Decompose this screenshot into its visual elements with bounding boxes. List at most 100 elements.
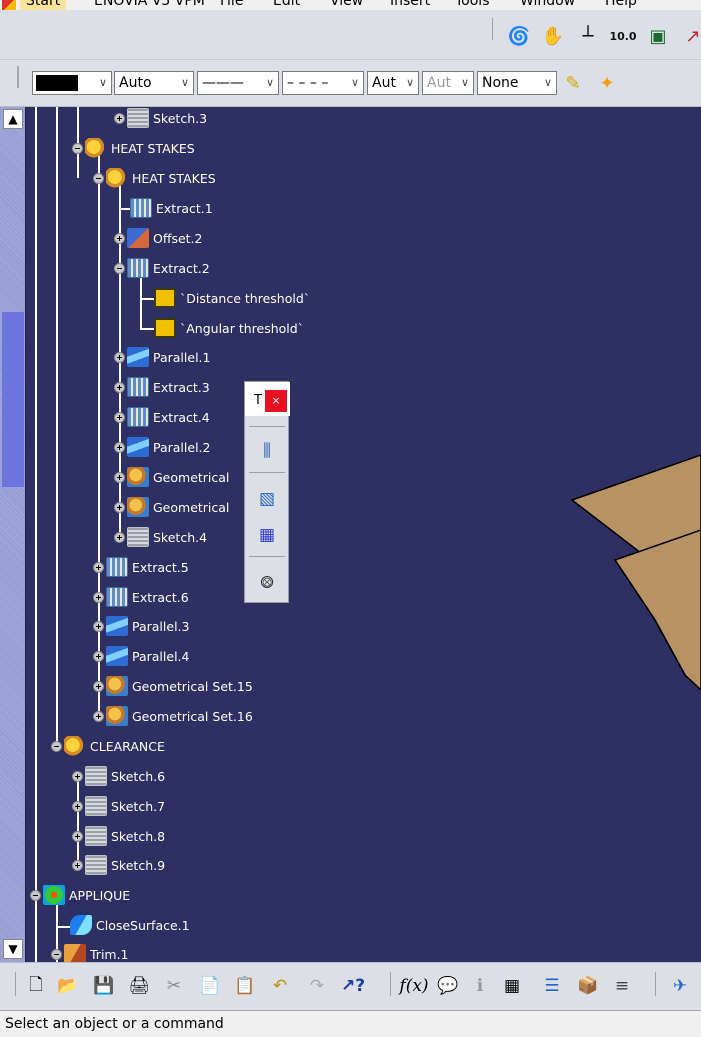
layer-combo[interactable]: None ∨	[477, 71, 557, 95]
fill-combo[interactable]: Auto ∨	[114, 71, 194, 95]
cube-stack-icon[interactable]: ▣	[646, 24, 670, 48]
collapse-icon[interactable]	[114, 262, 125, 274]
tree-node-heat-stakes-child[interactable]: HEAT STAKES	[93, 167, 216, 189]
tree-node-extract-3[interactable]: Extract.3	[114, 376, 210, 398]
tree-node-parallel-1[interactable]: Parallel.1	[114, 346, 210, 368]
floating-toolbar[interactable]: T × ⫼ ▧ ▦ ⨷	[244, 381, 290, 603]
menu-file[interactable]: File	[220, 0, 243, 9]
properties-wand-icon[interactable]: ✦	[595, 71, 619, 95]
multi-surface-icon[interactable]: ▧	[253, 486, 281, 512]
open-folder-icon[interactable]: 📂	[56, 974, 80, 998]
tree-node-offset-2[interactable]: Offset.2	[114, 227, 202, 249]
tree-node-extract-6[interactable]: Extract.6	[93, 586, 189, 608]
menu-insert[interactable]: Insert	[390, 0, 430, 9]
grid-icon[interactable]: ▦	[253, 522, 281, 548]
whats-this-icon[interactable]: ↗?	[341, 974, 365, 998]
table-icon[interactable]: ▦	[500, 974, 524, 998]
list-icon[interactable]: ≡	[610, 974, 634, 998]
expand-icon[interactable]	[114, 411, 125, 423]
tree-node-geometrical-b[interactable]: Geometrical	[114, 496, 229, 518]
tree-node-closesurface-1[interactable]: CloseSurface.1	[70, 914, 190, 936]
tree-node-extract-2[interactable]: Extract.2	[114, 257, 210, 279]
cut-icon[interactable]: ✂	[162, 974, 186, 998]
comment-icon[interactable]: 💬	[436, 974, 460, 998]
expand-icon[interactable]	[93, 650, 104, 662]
swirl-icon[interactable]: 🌀	[507, 24, 531, 48]
scroll-thumb[interactable]	[2, 312, 24, 487]
expand-icon[interactable]	[114, 351, 125, 363]
tree-node-extract-1[interactable]: Extract.1	[130, 197, 213, 219]
collapse-icon[interactable]	[51, 740, 62, 752]
redo-icon[interactable]: ↷	[305, 974, 329, 998]
floating-toolbar-titlebar[interactable]: T ×	[245, 382, 290, 416]
expand-icon[interactable]	[93, 561, 104, 573]
expand-icon[interactable]	[72, 830, 83, 842]
tree-node-sketch-4[interactable]: Sketch.4	[114, 526, 207, 548]
print-icon[interactable]: 🖨	[127, 974, 151, 998]
red-axis-icon[interactable]: ↗	[681, 24, 701, 48]
tree-node-clearance[interactable]: CLEARANCE	[51, 735, 165, 757]
info-icon[interactable]: ℹ	[468, 974, 492, 998]
paste-icon[interactable]: 📋	[233, 974, 257, 998]
expand-icon[interactable]	[72, 800, 83, 812]
menu-edit[interactable]: Edit	[273, 0, 300, 9]
tree-icon[interactable]: ☰	[540, 974, 564, 998]
cylinders-icon[interactable]: ⫼	[253, 438, 281, 464]
scale-10-icon[interactable]: 10.0	[609, 24, 636, 48]
expand-icon[interactable]	[93, 620, 104, 632]
tree-scrollbar[interactable]: ▲ ▼	[0, 107, 26, 962]
collapse-icon[interactable]	[93, 172, 104, 184]
tree-node-parallel-3[interactable]: Parallel.3	[93, 615, 189, 637]
dash-style-combo[interactable]: – – – – ∨	[282, 71, 364, 95]
formula-icon[interactable]: f(x)	[399, 974, 428, 998]
expand-icon[interactable]	[114, 112, 125, 124]
tree-node-geometrical-set-15[interactable]: Geometrical Set.15	[93, 675, 253, 697]
tree-node-sketch-9[interactable]: Sketch.9	[72, 854, 165, 876]
tree-node-sketch-7[interactable]: Sketch.7	[72, 795, 165, 817]
close-button[interactable]: ×	[265, 390, 287, 412]
expand-icon[interactable]	[93, 710, 104, 722]
tree-node-trim-1[interactable]: Trim.1	[51, 943, 129, 962]
tree-node-applique[interactable]: APPLIQUE	[30, 884, 130, 906]
tree-node-heat-stakes[interactable]: HEAT STAKES	[72, 137, 195, 159]
menu-start[interactable]: Start	[20, 0, 67, 10]
hand-pan-icon[interactable]: ✋	[541, 24, 565, 48]
line-style-combo[interactable]: ——— ∨	[197, 71, 279, 95]
sketch-plane-icon[interactable]: ✈	[668, 974, 692, 998]
new-file-icon[interactable]: 🗋	[24, 974, 48, 998]
save-icon[interactable]: 💾	[92, 974, 116, 998]
axis-icon[interactable]: ┴	[576, 24, 600, 48]
catalog-icon[interactable]: 📦	[576, 974, 600, 998]
expand-icon[interactable]	[93, 591, 104, 603]
expand-icon[interactable]	[114, 501, 125, 513]
expand-icon[interactable]	[72, 770, 83, 782]
tree-node-sketch-8[interactable]: Sketch.8	[72, 825, 165, 847]
tree-node-distance-threshold[interactable]: `Distance threshold`	[154, 287, 310, 309]
expand-icon[interactable]	[114, 441, 125, 453]
expand-icon[interactable]	[114, 471, 125, 483]
painter-brush-icon[interactable]: ✎	[561, 71, 585, 95]
menu-view[interactable]: View	[330, 0, 363, 9]
expand-icon[interactable]	[114, 531, 125, 543]
menu-help[interactable]: Help	[605, 0, 637, 9]
collapse-icon[interactable]	[30, 889, 41, 901]
tree-node-extract-4[interactable]: Extract.4	[114, 406, 210, 428]
menu-window[interactable]: Window	[520, 0, 575, 9]
expand-icon[interactable]	[72, 859, 83, 871]
tree-node-sketch-3[interactable]: Sketch.3	[114, 107, 207, 129]
expand-icon[interactable]	[114, 232, 125, 244]
scroll-up-arrow-icon[interactable]: ▲	[3, 109, 23, 129]
tree-node-geometrical-set-16[interactable]: Geometrical Set.16	[93, 705, 253, 727]
menu-tools[interactable]: Tools	[455, 0, 490, 9]
collapse-icon[interactable]	[72, 142, 83, 154]
collapse-icon[interactable]	[51, 948, 62, 960]
undo-icon[interactable]: ↶	[268, 974, 292, 998]
color-combo[interactable]: ∨	[32, 71, 112, 95]
scroll-down-arrow-icon[interactable]: ▼	[3, 939, 23, 959]
expand-icon[interactable]	[114, 381, 125, 393]
tree-node-angular-threshold[interactable]: `Angular threshold`	[154, 317, 304, 339]
tree-node-geometrical-a[interactable]: Geometrical	[114, 466, 229, 488]
menu-enovia[interactable]: ENOVIA V5 VPM	[94, 0, 205, 9]
expand-icon[interactable]	[93, 680, 104, 692]
tree-node-extract-5[interactable]: Extract.5	[93, 556, 189, 578]
